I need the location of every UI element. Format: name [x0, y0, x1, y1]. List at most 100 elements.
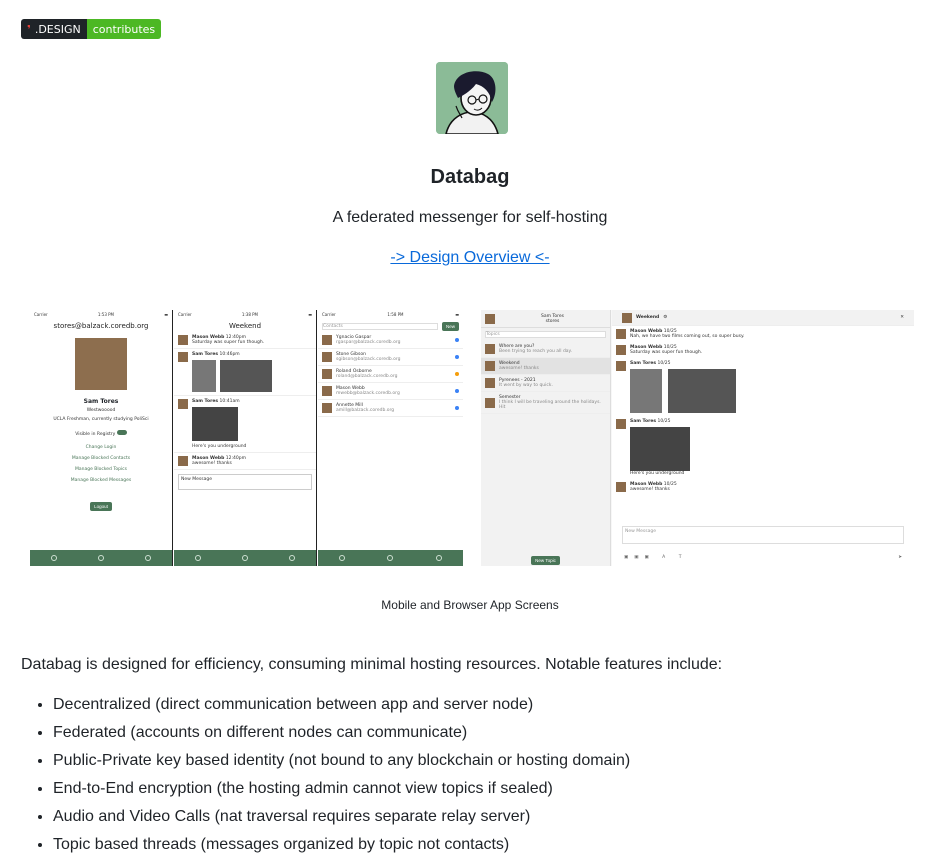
message-text: Here's you underground — [630, 471, 685, 476]
contact-item[interactable]: Roland Osborne roland@balzack.coredb.org — [318, 366, 463, 383]
profile-description: UCLA Freshman, currently studying PoliSc… — [53, 417, 149, 422]
topic-list: Where are you? Been trying to reach you a… — [481, 341, 610, 414]
contact-item[interactable]: Mason Webb mwebb@balzack.coredb.org — [318, 383, 463, 400]
badge-brand-text: .DESIGN — [34, 22, 81, 36]
status-dot-icon — [455, 406, 459, 410]
message-text: Nah, we have two films coming out, so su… — [630, 334, 745, 339]
contacts-tab-icon[interactable] — [289, 555, 296, 561]
avatar — [616, 329, 626, 339]
avatar — [485, 397, 495, 408]
message-author: Sam Tores — [630, 419, 657, 424]
user-handle: stores — [545, 318, 560, 324]
mobile-profile-screen: Carrier 1:53 PM ▬ stores@balzack.coredb.or… — [30, 310, 173, 566]
avatar — [616, 345, 626, 355]
message-item: Mason Webb 10/25 awesome! thanks — [612, 479, 914, 495]
feature-list: Decentralized (direct communication betw… — [53, 696, 630, 860]
status-dot-icon — [455, 355, 459, 359]
message-video[interactable] — [630, 427, 690, 471]
message-image[interactable] — [220, 360, 272, 392]
message-image[interactable] — [630, 369, 662, 413]
new-contact-button[interactable]: New — [441, 321, 459, 331]
avatar — [322, 369, 332, 379]
registry-label: Visible in Registry — [75, 432, 116, 437]
message-input[interactable]: New Message — [178, 474, 312, 490]
status-carrier: Carrier — [34, 312, 48, 317]
contact-item[interactable]: Ygnacio Gaspar rgaspar@balzack.coredb.org — [318, 332, 463, 349]
topic-preview: Been trying to reach you all day. — [499, 349, 573, 354]
contact-item[interactable]: Annette Mill amill@balzack.coredb.org — [318, 400, 463, 417]
message-author: Sam Tores — [630, 361, 657, 366]
contacts-search-input[interactable]: Contacts — [322, 322, 438, 330]
chat-title: Weekend — [636, 315, 660, 320]
profile-tab-icon[interactable] — [387, 555, 394, 561]
badge-label: contributes — [86, 19, 162, 39]
contacts-tab-icon[interactable] — [435, 555, 442, 561]
databag-logo — [436, 62, 508, 134]
message-time: 10/25 — [657, 361, 671, 366]
page-subtitle: A federated messenger for self-hosting — [332, 209, 608, 226]
topic-item[interactable]: Pyrenees - 2021 It went by way to quick. — [481, 375, 610, 392]
profile-photo — [75, 338, 127, 390]
design-logo-icon: ❜ — [27, 22, 31, 36]
avatar — [322, 403, 332, 413]
design-overview-link[interactable]: -> Design Overview <- — [390, 249, 549, 266]
message-image[interactable] — [192, 360, 216, 392]
profile-link-1[interactable]: Manage Blocked Contacts — [30, 456, 172, 461]
mobile-tab-bar — [174, 550, 316, 566]
topic-item[interactable]: Weekend awesome! thanks — [481, 358, 610, 375]
registry-toggle-row[interactable]: Visible in Registry — [30, 430, 172, 437]
message-image[interactable] — [668, 369, 736, 413]
status-dot-icon — [455, 338, 459, 342]
status-carrier: Carrier — [322, 312, 336, 317]
profile-tab-icon[interactable] — [241, 555, 248, 561]
message-text: awesome! thanks — [630, 487, 670, 492]
message-video[interactable] — [192, 407, 238, 441]
topic-item[interactable]: Semester I think I will be traveling arou… — [481, 392, 610, 414]
design-contributes-badge[interactable]: ❜ .DESIGN contributes — [21, 19, 162, 39]
settings-icon[interactable]: ⚙ — [663, 315, 667, 320]
screens-caption: Mobile and Browser App Screens — [381, 598, 559, 612]
message-item: Sam Tores 10/25 Here's you underground — [612, 416, 914, 479]
mobile-tab-bar — [30, 550, 172, 566]
status-time: 1:53 PM — [97, 312, 115, 317]
avatar — [322, 335, 332, 345]
profile-link-2[interactable]: Manage Blocked Topics — [30, 467, 172, 472]
feature-item: Topic based threads (messages organized … — [53, 836, 630, 860]
feature-item: End-to-End encryption (the hosting admin… — [53, 780, 630, 808]
message-item: Mason Webb 10/25 Saturday was super fun t… — [612, 342, 914, 358]
status-carrier: Carrier — [178, 312, 192, 317]
contact-list: Ygnacio Gaspar rgaspar@balzack.coredb.org… — [318, 332, 463, 417]
registry-toggle[interactable] — [116, 430, 127, 435]
status-dot-icon — [455, 372, 459, 376]
chat-panel: Weekend ⚙ ✕ Mason Webb 10/25 Nah, we have t… — [612, 310, 914, 566]
feature-item: Federated (accounts on different nodes c… — [53, 724, 630, 752]
composer-toolbar-icons[interactable]: ▣▣▣ A T — [624, 555, 687, 560]
browser-screen-image: Sam Tores stores Topics Where are you? Bee… — [481, 310, 914, 566]
topic-preview: awesome! thanks — [499, 366, 539, 371]
topics-search-input[interactable]: Topics — [485, 331, 606, 338]
profile-link-3[interactable]: Manage Blocked Messages — [30, 478, 172, 483]
avatar — [178, 399, 188, 409]
topic-item[interactable]: Where are you? Been trying to reach you a… — [481, 341, 610, 358]
chat-tab-icon[interactable] — [339, 555, 346, 561]
chat-tab-icon[interactable] — [194, 555, 201, 561]
message-input[interactable]: New Message — [622, 526, 904, 544]
page-title: Databag — [430, 166, 510, 188]
status-dot-icon — [455, 389, 459, 393]
close-icon[interactable]: ✕ — [900, 315, 904, 320]
topic-preview: I think I will be traveling around the h… — [499, 400, 601, 410]
profile-tab-icon[interactable] — [97, 555, 104, 561]
mobile-tab-bar — [318, 550, 463, 566]
avatar — [178, 335, 188, 345]
logout-button[interactable]: Logout — [90, 502, 112, 511]
mobile-screens-image: Carrier 1:53 PM ▬ stores@balzack.coredb.or… — [30, 310, 463, 566]
send-icon[interactable]: ➤ — [898, 555, 902, 560]
message-time: 10:41am — [219, 399, 240, 404]
mobile-contacts-screen: Carrier 1:58 PM ▬ Contacts New Ygnacio Gasp… — [318, 310, 463, 566]
contact-item[interactable]: Stone Gibson sgibson@balzack.coredb.org — [318, 349, 463, 366]
chat-tab-icon[interactable] — [50, 555, 57, 561]
profile-location: Westwooood — [86, 408, 116, 413]
contacts-tab-icon[interactable] — [145, 555, 152, 561]
profile-link-0[interactable]: Change Login — [30, 445, 172, 450]
new-topic-button[interactable]: New Topic — [531, 555, 560, 565]
